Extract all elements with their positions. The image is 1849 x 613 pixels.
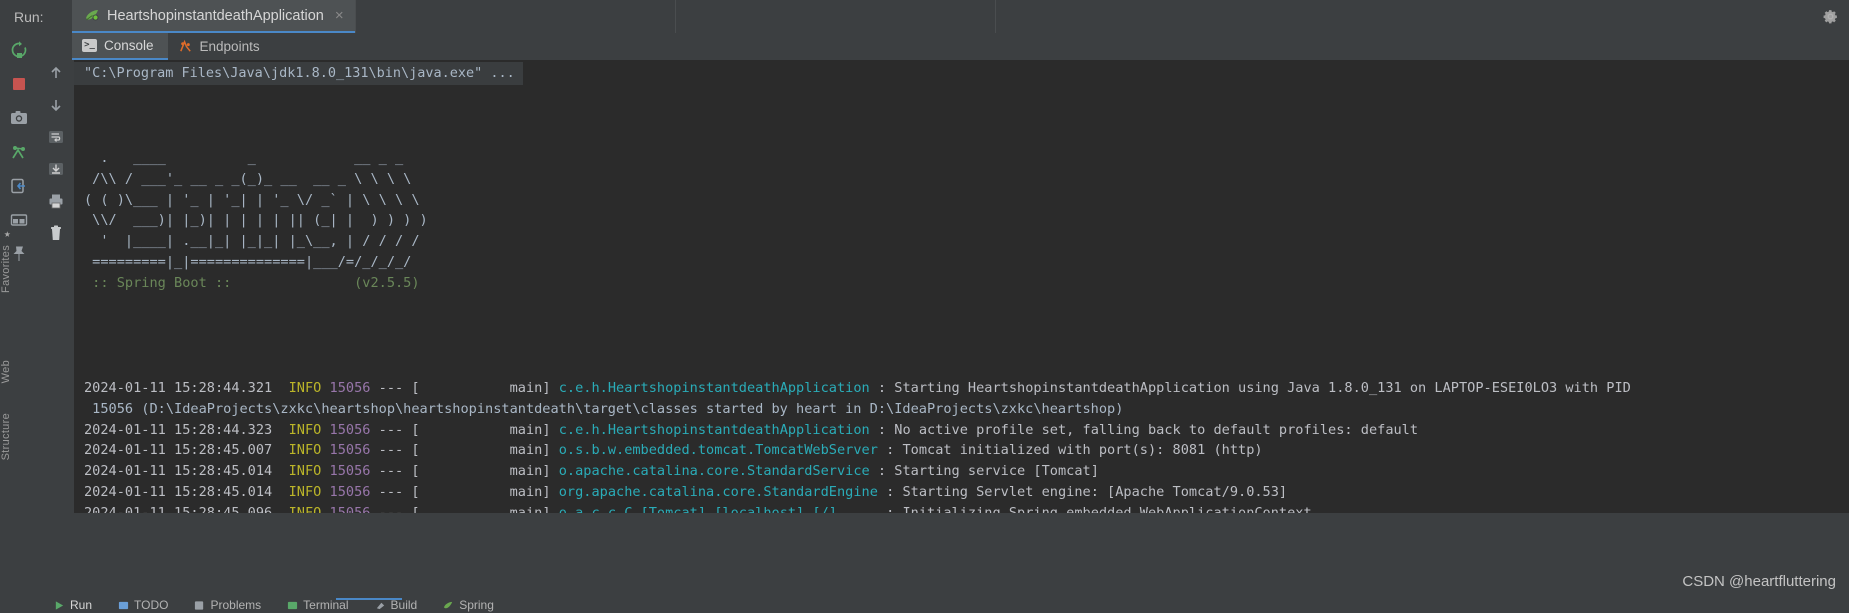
console-icon: >_ (82, 39, 97, 52)
rerun-icon[interactable] (9, 40, 31, 62)
toolbar-segment-a (354, 0, 675, 33)
status-item-todo-label: TODO (134, 598, 169, 612)
run-tab-title: HeartshopinstantdeathApplication (107, 7, 324, 24)
terminal-icon (288, 601, 298, 609)
status-item-run[interactable]: Run (54, 598, 92, 612)
spring-boot-banner: . ____ _ __ _ _ /\\ / ___'_ __ _ _(_)_ _… (84, 127, 1849, 336)
log-line: 2024-01-11 15:28:45.014 INFO 15056 --- [… (84, 484, 1288, 501)
status-item-terminal[interactable]: Terminal (287, 598, 349, 612)
sidebar-item-structure[interactable]: Structure (0, 413, 12, 460)
tab-console[interactable]: >_ Console (72, 33, 168, 60)
console-tabbar: >_ Console Endpoints (40, 33, 1849, 60)
log-line: 2024-01-11 15:28:44.321 INFO 15056 --- [… (84, 379, 1631, 396)
status-item-terminal-label: Terminal (303, 598, 349, 612)
sidebar-item-web[interactable]: Web (0, 360, 12, 383)
console-output[interactable]: "C:\Program Files\Java\jdk1.8.0_131\bin\… (74, 60, 1849, 513)
favorites-star-icon: ★ (4, 227, 11, 240)
left-tool-window-tabs: ★ Favorites Web Structure (0, 227, 21, 545)
run-label: Run: (14, 8, 44, 25)
status-active-underline (336, 598, 402, 600)
sidebar-item-favorites[interactable]: Favorites (0, 245, 12, 293)
toolbar-segment-c (994, 0, 1849, 33)
banner-line: \\/ ___)| |_)| | | | | || (_| | ) ) ) ) (84, 212, 428, 229)
thread-dump-icon[interactable] (9, 142, 31, 164)
exit-icon[interactable] (9, 176, 31, 198)
close-icon[interactable]: × (335, 8, 344, 23)
build-icon (376, 602, 384, 609)
status-item-build-label: Build (390, 598, 418, 612)
scroll-down-icon[interactable] (47, 96, 69, 118)
bottom-tool-window-bar: Run TODO Problems Terminal Build Spring (0, 598, 1849, 613)
console-actions-toolbar (41, 60, 74, 513)
log-line: 15056 (D:\IdeaProjects\zxkc\heartshop\he… (84, 400, 1124, 417)
soft-wrap-icon[interactable] (47, 128, 69, 150)
java-command-line: "C:\Program Files\Java\jdk1.8.0_131\bin\… (74, 62, 523, 85)
endpoints-icon (178, 39, 193, 54)
tabbar-spacer (40, 33, 72, 60)
status-item-problems[interactable]: Problems (194, 598, 261, 612)
status-item-run-label: Run (70, 598, 93, 612)
camera-icon[interactable] (9, 108, 31, 130)
banner-version-line: :: Spring Boot :: (v2.5.5) (84, 275, 420, 292)
status-item-todo[interactable]: TODO (118, 598, 168, 612)
run-icon (55, 600, 64, 610)
status-item-problems-label: Problems (210, 598, 262, 612)
log-entries: 2024-01-11 15:28:44.321 INFO 15056 --- [… (84, 378, 1849, 513)
banner-line: =========|_|==============|___/=/_/_/_/ (84, 254, 412, 271)
intellij-run-window: Run: HeartshopinstantdeathApplication × (0, 0, 1849, 613)
status-item-spring[interactable]: Spring (443, 598, 494, 612)
status-item-build[interactable]: Build (375, 598, 418, 612)
layout-icon[interactable] (9, 210, 31, 232)
log-line: 2024-01-11 15:28:44.323 INFO 15056 --- [… (84, 421, 1419, 438)
run-toolbar: Run: HeartshopinstantdeathApplication × (0, 0, 1849, 33)
log-line: 2024-01-11 15:28:45.096 INFO 15056 --- [… (84, 503, 1849, 513)
todo-icon (118, 601, 129, 609)
log-line: 2024-01-11 15:28:45.014 INFO 15056 --- [… (84, 463, 1099, 480)
tab-endpoints-label: Endpoints (199, 39, 260, 54)
spring-leaf-icon (84, 8, 100, 24)
settings-gear-button[interactable] (1822, 0, 1839, 33)
run-configuration-tab[interactable]: HeartshopinstantdeathApplication × (72, 0, 355, 33)
banner-line: ( ( )\___ | '_ | '_| | '_ \/ _` | \ \ \ … (84, 191, 420, 208)
stop-icon[interactable] (9, 74, 31, 96)
tab-console-label: Console (104, 38, 154, 53)
scroll-up-icon[interactable] (47, 64, 69, 86)
print-icon[interactable] (47, 192, 69, 214)
banner-line: ' |____| .__|_| |_|_| |_\__, | / / / / (84, 233, 420, 250)
toolbar-segment-b (674, 0, 995, 33)
console-log-pane: . ____ _ __ _ _ /\\ / ___'_ __ _ _(_)_ _… (74, 85, 1849, 513)
scroll-to-end-icon[interactable] (47, 160, 69, 182)
problems-icon (195, 600, 204, 610)
watermark: CSDN @heartfluttering (1682, 573, 1836, 590)
log-line: 2024-01-11 15:28:45.007 INFO 15056 --- [… (84, 442, 1263, 459)
clear-all-icon[interactable] (47, 224, 69, 246)
banner-line: . ____ _ __ _ _ (84, 149, 404, 166)
status-item-spring-label: Spring (459, 598, 494, 612)
tab-endpoints[interactable]: Endpoints (168, 33, 274, 60)
spring-icon (444, 601, 453, 608)
gear-icon (1823, 10, 1837, 24)
banner-line: /\\ / ___'_ __ _ _(_)_ __ __ _ \ \ \ \ (84, 170, 412, 187)
